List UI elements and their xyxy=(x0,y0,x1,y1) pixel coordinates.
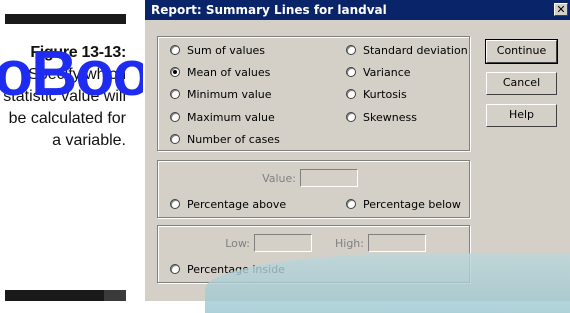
radio-label: Standard deviation xyxy=(363,44,468,57)
radio-sum-of-values[interactable]: Sum of values xyxy=(170,43,265,59)
low-input[interactable] xyxy=(254,234,312,252)
figure-caption-text: Specify which statistic value will be ca… xyxy=(3,66,126,149)
radio-minimum-value[interactable]: Minimum value xyxy=(170,87,272,103)
radio-variance[interactable]: Variance xyxy=(346,65,411,81)
help-button[interactable]: Help xyxy=(486,104,557,127)
radio-dot xyxy=(346,45,356,55)
radio-label: Maximum value xyxy=(187,111,275,124)
radio-dot xyxy=(170,67,180,77)
cancel-button[interactable]: Cancel xyxy=(486,72,557,95)
radio-label: Mean of values xyxy=(187,66,271,79)
close-icon: ✕ xyxy=(556,3,566,16)
radio-dot xyxy=(170,89,180,99)
radio-dot xyxy=(346,89,356,99)
radio-label: Percentage above xyxy=(187,198,287,211)
radio-skewness[interactable]: Skewness xyxy=(346,110,417,126)
figure-caption: Figure 13-13: Specify which statistic va… xyxy=(0,42,126,152)
radio-percentage-above[interactable]: Percentage above xyxy=(170,197,286,213)
radio-dot xyxy=(346,112,356,122)
low-label: Low: xyxy=(225,237,250,250)
radio-dot xyxy=(346,67,356,77)
radio-dot xyxy=(346,199,356,209)
dialog-title: Report: Summary Lines for landval xyxy=(151,3,387,17)
value-input[interactable] xyxy=(300,169,358,187)
radio-mean-of-values[interactable]: Mean of values xyxy=(170,65,270,81)
radio-kurtosis[interactable]: Kurtosis xyxy=(346,87,407,103)
radio-label: Minimum value xyxy=(187,88,272,101)
radio-standard-deviation[interactable]: Standard deviation xyxy=(346,43,468,59)
radio-label: Percentage below xyxy=(363,198,461,211)
radio-label: Skewness xyxy=(363,111,417,124)
summary-lines-dialog: Report: Summary Lines for landval ✕ Sum … xyxy=(143,0,570,313)
radio-label: Variance xyxy=(363,66,411,79)
bottom-rule xyxy=(5,290,126,301)
radio-dot xyxy=(170,45,180,55)
radio-label: Sum of values xyxy=(187,44,266,57)
radio-percentage-below[interactable]: Percentage below xyxy=(346,197,461,213)
radio-label: Number of cases xyxy=(187,133,280,146)
close-button[interactable]: ✕ xyxy=(554,3,568,16)
continue-button[interactable]: Continue xyxy=(485,39,558,64)
high-label: High: xyxy=(335,237,364,250)
radio-maximum-value[interactable]: Maximum value xyxy=(170,110,275,126)
radio-number-of-cases[interactable]: Number of cases xyxy=(170,132,280,148)
dialog-titlebar: Report: Summary Lines for landval xyxy=(145,0,570,20)
high-input[interactable] xyxy=(368,234,426,252)
value-label: Value: xyxy=(262,172,296,185)
statistics-group: Sum of values Mean of values Minimum val… xyxy=(157,36,470,151)
radio-dot xyxy=(170,112,180,122)
figure-label: Figure 13-13: xyxy=(30,44,126,61)
radio-dot xyxy=(170,264,180,274)
percentage-threshold-group: Value: Percentage above Percentage below xyxy=(157,160,470,218)
bottom-rule-accent xyxy=(104,290,126,301)
radio-dot xyxy=(170,199,180,209)
radio-label: Kurtosis xyxy=(363,88,407,101)
top-rule xyxy=(5,14,126,24)
radio-dot xyxy=(170,134,180,144)
